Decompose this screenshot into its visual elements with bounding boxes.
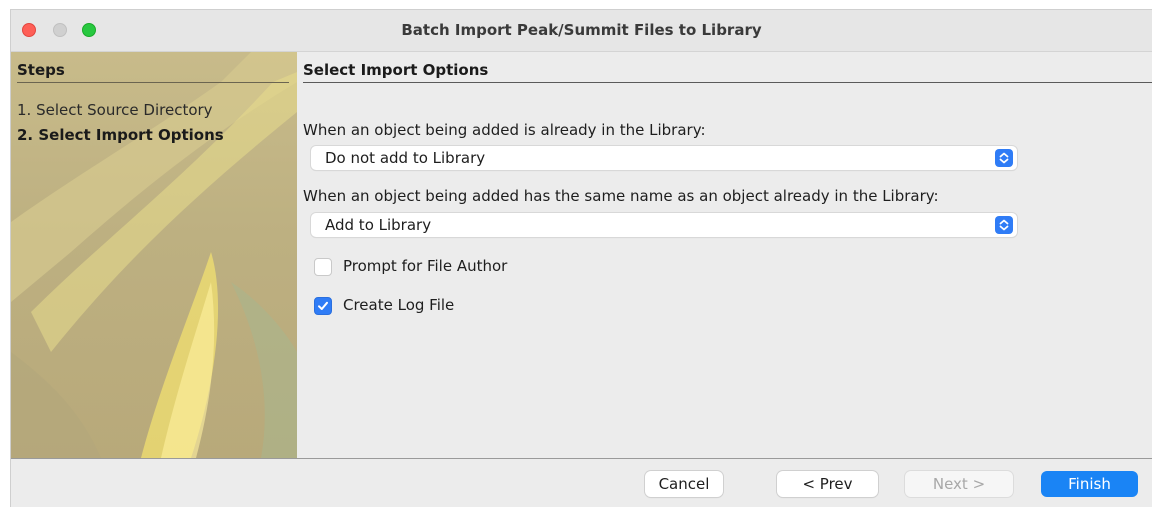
step-select-source-directory: 1. Select Source Directory bbox=[17, 101, 213, 119]
panel-heading: Select Import Options bbox=[303, 61, 1152, 83]
updown-chevron-icon bbox=[995, 149, 1013, 167]
prompt-file-author-checkbox[interactable] bbox=[314, 258, 332, 276]
next-button[interactable]: Next > bbox=[905, 471, 1013, 497]
cancel-button[interactable]: Cancel bbox=[645, 471, 723, 497]
same-name-select-value: Add to Library bbox=[325, 216, 432, 234]
create-log-file-checkbox[interactable] bbox=[314, 297, 332, 315]
checkmark-icon bbox=[318, 301, 328, 310]
steps-sidebar: Steps 1. Select Source Directory 2. Sele… bbox=[11, 52, 297, 458]
updown-chevron-icon bbox=[995, 216, 1013, 234]
steps-heading: Steps bbox=[17, 61, 289, 83]
title-bar: Batch Import Peak/Summit Files to Librar… bbox=[11, 10, 1152, 52]
finish-button[interactable]: Finish bbox=[1041, 471, 1138, 497]
existing-object-label: When an object being added is already in… bbox=[303, 121, 706, 139]
create-log-file-label[interactable]: Create Log File bbox=[343, 296, 454, 314]
window-title: Batch Import Peak/Summit Files to Librar… bbox=[401, 21, 762, 39]
prompt-file-author-label[interactable]: Prompt for File Author bbox=[343, 257, 507, 275]
existing-object-select[interactable]: Do not add to Library bbox=[311, 146, 1017, 170]
same-name-select[interactable]: Add to Library bbox=[311, 213, 1017, 237]
prev-button[interactable]: < Prev bbox=[777, 471, 878, 497]
import-options-panel: Select Import Options When an object bei… bbox=[297, 52, 1152, 458]
button-bar: Cancel < Prev Next > Finish bbox=[11, 458, 1152, 507]
existing-object-select-value: Do not add to Library bbox=[325, 149, 486, 167]
step-select-import-options: 2. Select Import Options bbox=[17, 126, 224, 144]
same-name-label: When an object being added has the same … bbox=[303, 187, 939, 205]
dialog-window: Batch Import Peak/Summit Files to Librar… bbox=[11, 10, 1152, 507]
